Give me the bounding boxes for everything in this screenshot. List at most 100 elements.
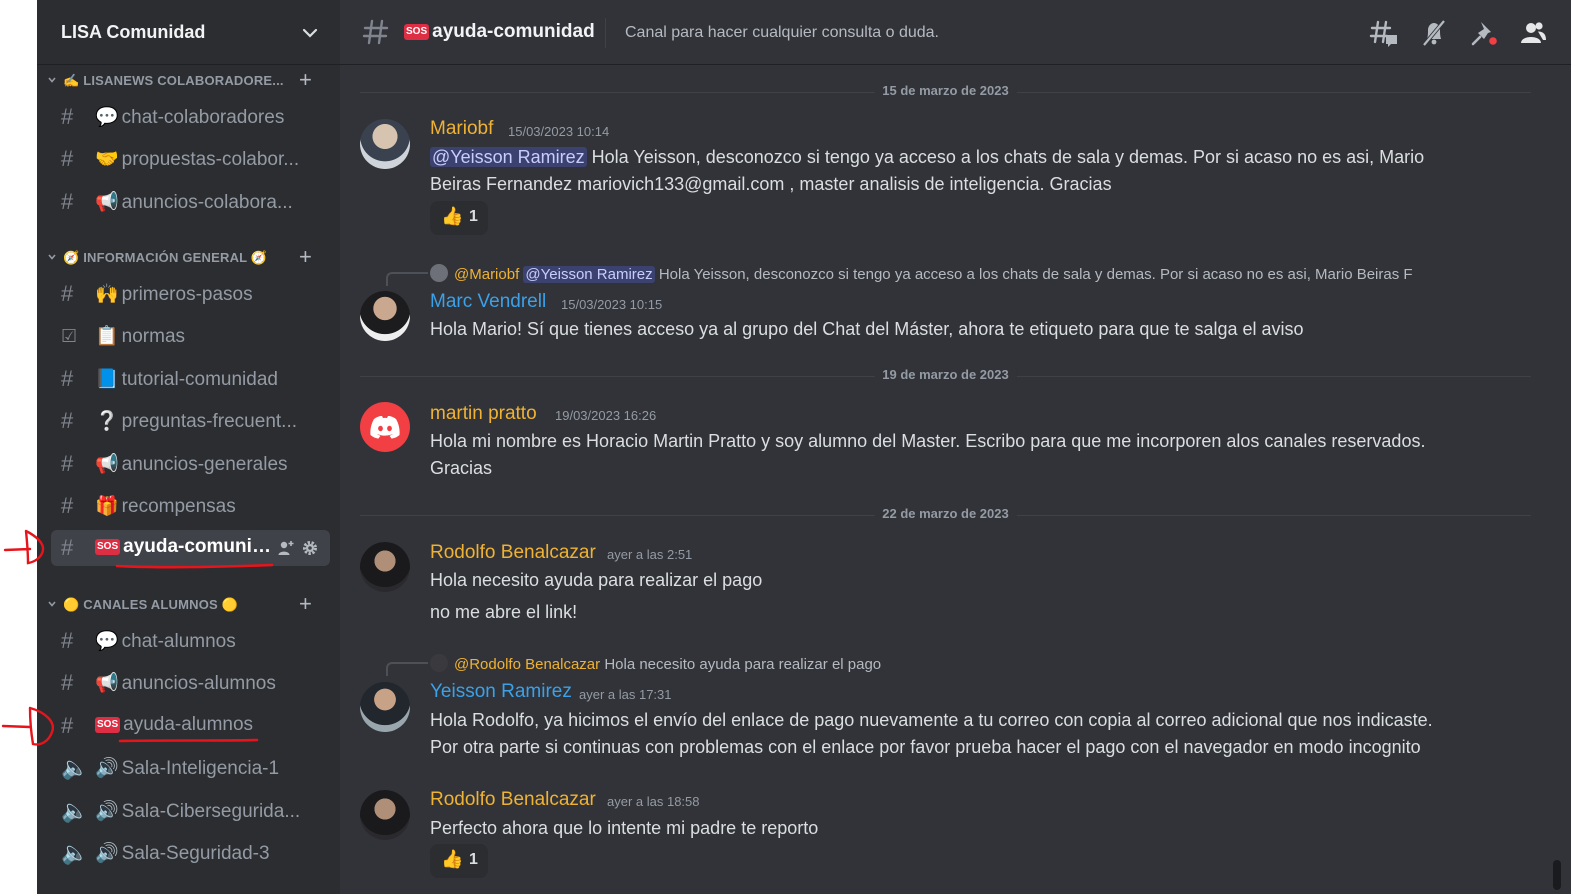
sidebar-item-propuestas-colaboradores[interactable]: # 🤝 propuestas-colabor... <box>51 141 330 177</box>
sidebar-item-preguntas-frecuentes[interactable]: # ❔ preguntas-frecuent... <box>51 403 330 439</box>
timestamp: 15/03/2023 10:15 <box>561 297 663 312</box>
category-label: ✍️ LISANEWS COLABORADORE... <box>63 73 284 88</box>
invite-user-icon[interactable] <box>277 539 295 557</box>
username[interactable]: Rodolfo Benalcazar <box>430 542 596 564</box>
category-label: 🧭 INFORMACIÓN GENERAL 🧭 <box>63 250 268 265</box>
channel-label: anuncios-alumnos <box>121 673 276 694</box>
speaker-icon: 🔊 <box>95 758 119 779</box>
sidebar-item-ayuda-comunidad[interactable]: # SOS ayuda-comunid... <box>51 530 330 566</box>
channel-label: Sala-Inteligencia-1 <box>121 758 280 779</box>
sidebar-item-normas[interactable]: ☑ 📋 normas <box>51 318 330 354</box>
add-channel-icon[interactable]: + <box>299 246 312 268</box>
category-lisanews[interactable]: ✍️ LISANEWS COLABORADORE... + <box>45 69 335 92</box>
timestamp: ayer a las 17:31 <box>579 687 672 702</box>
sidebar-item-chat-alumnos[interactable]: # 💬 chat-alumnos <box>51 623 330 659</box>
message-text: Hola Mario! Sí que tienes acceso ya al g… <box>430 319 1304 339</box>
sidebar-item-chat-colaboradores[interactable]: # 💬 chat-colaboradores <box>51 99 330 135</box>
sidebar-item-sala-ciberseguridad[interactable]: 🔈 🔊 Sala-Ciberseguridа... <box>51 793 330 829</box>
scrollbar-thumb[interactable] <box>1553 860 1561 890</box>
hash-icon: # <box>61 451 74 476</box>
channel-label: Sala-Ciberseguridа... <box>121 801 301 822</box>
reaction-count: 1 <box>469 851 478 868</box>
reply-spine <box>386 272 428 286</box>
raised-hands-icon: 🙌 <box>95 284 119 305</box>
avatar[interactable] <box>360 402 410 452</box>
sidebar-item-ayuda-alumnos[interactable]: # SOS ayuda-alumnos <box>51 708 330 744</box>
sidebar-item-sala-inteligencia-1[interactable]: 🔈 🔊 Sala-Inteligencia-1 <box>51 750 330 786</box>
locked-speaker-icon: 🔈 <box>61 840 89 865</box>
member-list-icon[interactable] <box>1518 18 1548 48</box>
reaction-thumbs-up[interactable]: 👍 1 <box>430 844 488 878</box>
category-informacion-general[interactable]: 🧭 INFORMACIÓN GENERAL 🧭 + <box>45 246 335 269</box>
message-text: Beiras Fernandez mariovich133@gmail.com … <box>430 174 1112 194</box>
discord-logo-icon <box>370 416 400 439</box>
add-channel-icon[interactable]: + <box>299 69 312 91</box>
channel-label: propuestas-colabor... <box>121 149 300 170</box>
channel-label: anuncios-colabora... <box>121 192 293 213</box>
threads-icon[interactable] <box>1369 18 1399 48</box>
user-mention[interactable]: @Yeisson Ramirez <box>430 147 587 167</box>
pin-icon[interactable] <box>1469 18 1499 48</box>
question-icon: ❔ <box>95 411 119 432</box>
channel-label: Sala-Seguridad-3 <box>121 843 270 864</box>
channel-label: recompensas <box>121 496 236 517</box>
reply-author[interactable]: @Rodolfo Benalcazar <box>454 656 600 673</box>
username[interactable]: Yeisson Ramirez <box>430 681 572 703</box>
avatar[interactable] <box>360 119 410 169</box>
message-text: no me abre el link! <box>430 602 578 622</box>
locked-hash-icon: # <box>61 713 74 738</box>
thumbs-up-icon: 👍 <box>441 849 464 869</box>
rules-icon: ☑ <box>61 326 78 346</box>
mute-bell-icon[interactable] <box>1419 18 1449 48</box>
sidebar-item-tutorial-comunidad[interactable]: # 📘 tutorial-comunidad <box>51 361 330 397</box>
gear-icon[interactable] <box>301 539 319 557</box>
reply-text: Hola necesito ayuda para realizar el pag… <box>604 656 882 673</box>
channel-label: ayuda-alumnos <box>123 714 254 735</box>
reply-author[interactable]: @Mariobf <box>454 266 519 283</box>
sidebar-item-sala-seguridad-3[interactable]: 🔈 🔊 Sala-Seguridad-3 <box>51 835 330 871</box>
speech-bubble-icon: 💬 <box>95 107 119 128</box>
username[interactable]: martin pratto <box>430 403 537 425</box>
avatar <box>430 264 448 282</box>
avatar[interactable] <box>360 790 410 840</box>
sidebar-item-primeros-pasos[interactable]: # 🙌 primeros-pasos <box>51 276 330 312</box>
locked-hash-icon: # <box>61 628 74 653</box>
hash-icon: # <box>61 408 74 433</box>
locked-hash-icon: # <box>61 146 74 171</box>
category-canales-alumnos[interactable]: 🟡 CANALES ALUMNOS 🟡 + <box>45 593 335 616</box>
sidebar-item-anuncios-alumnos[interactable]: # 📢 anuncios-alumnos <box>51 665 330 701</box>
server-header[interactable]: LISA Comunidad <box>37 0 340 65</box>
speaker-icon: 🔊 <box>95 843 119 864</box>
avatar[interactable] <box>360 682 410 732</box>
channel-label: tutorial-comunidad <box>121 369 278 390</box>
sidebar-item-anuncios-generales[interactable]: # 📢 anuncios-generales <box>51 446 330 482</box>
book-icon: 📘 <box>95 369 119 390</box>
user-mention[interactable]: @Yeisson Ramirez <box>523 266 655 283</box>
add-channel-icon[interactable]: + <box>299 593 312 615</box>
username[interactable]: Marc Vendrell <box>430 291 546 313</box>
message-text: Hola Rodolfo, ya hicimos el envío del en… <box>430 710 1433 730</box>
chevron-down-icon[interactable] <box>301 24 319 42</box>
avatar[interactable] <box>360 542 410 592</box>
reply-preview[interactable]: @Mariobf @Yeisson Ramirez Hola Yeisson, … <box>430 264 1490 283</box>
reaction-thumbs-up[interactable]: 👍 1 <box>430 201 488 235</box>
megaphone-icon: 📢 <box>95 673 119 694</box>
username[interactable]: Mariobf <box>430 118 493 140</box>
avatar[interactable] <box>360 291 410 341</box>
sos-icon: SOS <box>95 539 121 555</box>
chevron-down-icon <box>48 601 56 607</box>
message-list: 15 de marzo de 2023 Mariobf 15/03/2023 1… <box>340 65 1571 894</box>
channel-sidebar: LISA Comunidad ✍️ LISANEWS COLABORADORE.… <box>37 0 340 894</box>
channel-label: chat-colaboradores <box>121 107 285 128</box>
sidebar-item-anuncios-colaboradores[interactable]: # 📢 anuncios-colabora... <box>51 184 330 220</box>
date-divider: 22 de marzo de 2023 <box>360 506 1531 524</box>
chevron-down-icon <box>48 77 56 83</box>
chevron-down-icon <box>48 254 56 260</box>
timestamp: 19/03/2023 16:26 <box>555 408 657 423</box>
thumbs-up-icon: 👍 <box>441 206 464 226</box>
username[interactable]: Rodolfo Benalcazar <box>430 789 596 811</box>
channel-topic[interactable]: Canal para hacer cualquier consulta o du… <box>625 24 939 42</box>
reply-preview[interactable]: @Rodolfo Benalcazar Hola necesito ayuda … <box>430 654 1490 673</box>
sidebar-item-recompensas[interactable]: # 🎁 recompensas <box>51 488 330 524</box>
hash-icon <box>362 19 389 45</box>
